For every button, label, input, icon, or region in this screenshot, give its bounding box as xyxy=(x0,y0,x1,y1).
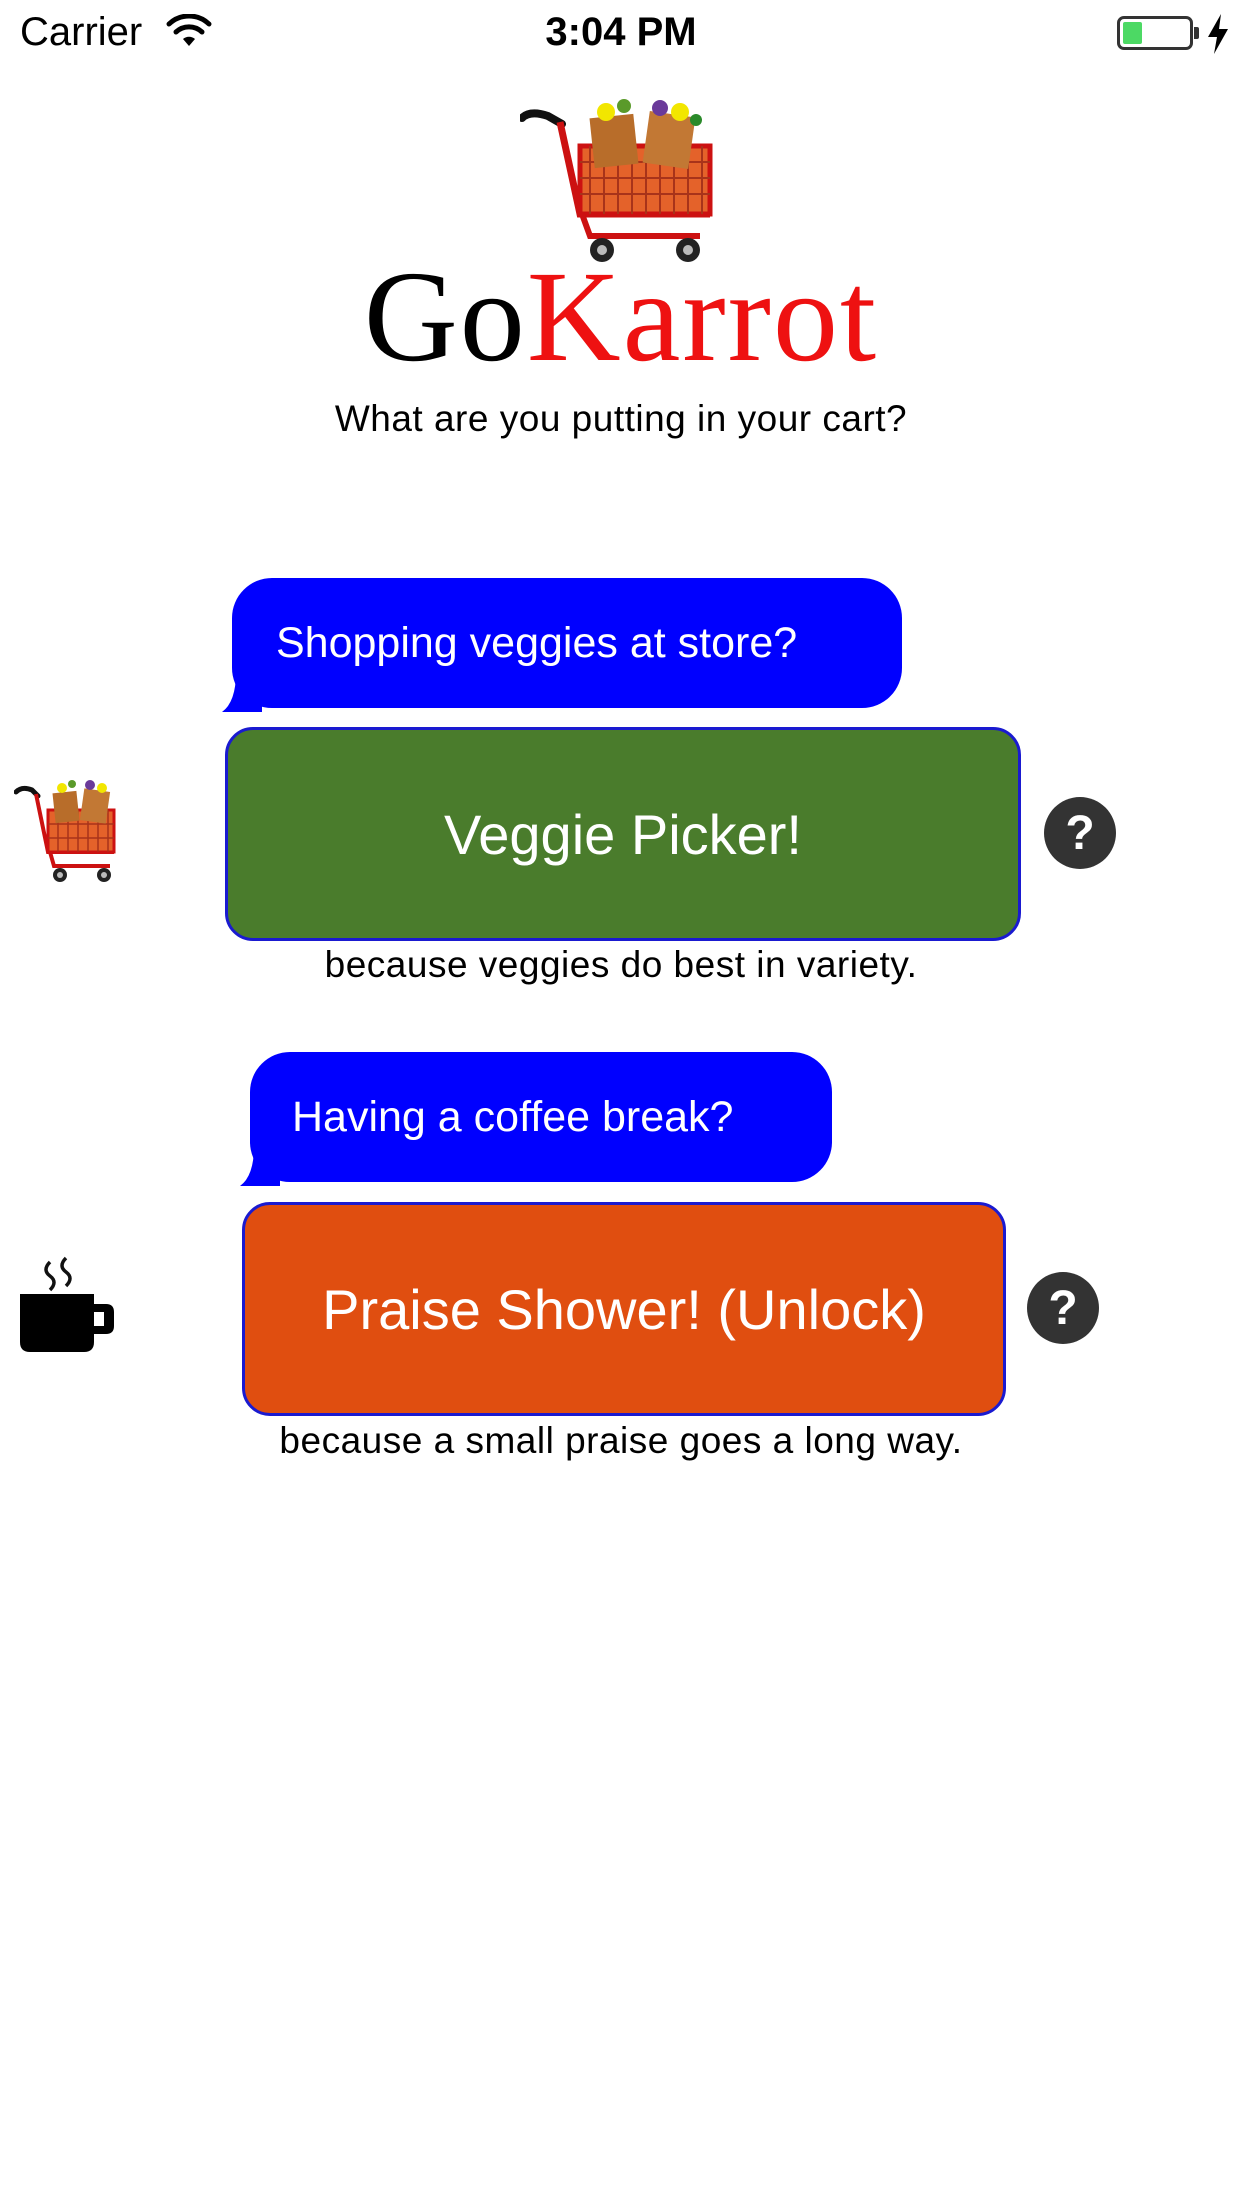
logo-karrot-text: Karrot xyxy=(526,245,879,389)
help-icon: ? xyxy=(1065,806,1095,860)
prompt-text: Having a coffee break? xyxy=(292,1092,734,1141)
status-bar: Carrier 3:04 PM xyxy=(0,0,1242,66)
prompt-text: Shopping veggies at store? xyxy=(276,618,798,667)
battery-tip xyxy=(1194,27,1199,39)
bubble-tail xyxy=(222,672,262,712)
praise-caption: because a small praise goes a long way. xyxy=(279,1420,963,1461)
veggie-caption: because veggies do best in variety. xyxy=(324,944,918,985)
veggie-picker-label: Veggie Picker! xyxy=(444,802,802,866)
veggie-help-button[interactable]: ? xyxy=(1044,797,1116,869)
praise-shower-button[interactable]: Praise Shower! (Unlock) xyxy=(242,1202,1006,1416)
battery-level-fill xyxy=(1123,22,1142,44)
bubble-tail xyxy=(240,1146,280,1186)
bolt-icon xyxy=(1208,14,1228,54)
logo-go-text: Go xyxy=(363,245,527,389)
prompt-bubble-veggies: Shopping veggies at store? xyxy=(222,578,902,712)
veggie-picker-button[interactable]: Veggie Picker! xyxy=(225,727,1021,941)
app-logo: GoKarrot xyxy=(0,252,1242,382)
shopping-cart-icon xyxy=(14,780,116,882)
praise-shower-label: Praise Shower! (Unlock) xyxy=(322,1277,926,1341)
shopping-cart-icon xyxy=(520,99,713,262)
help-icon: ? xyxy=(1048,1281,1078,1335)
battery-icon xyxy=(1117,16,1193,50)
coffee-mug-icon xyxy=(20,1256,114,1352)
prompt-bubble-coffee: Having a coffee break? xyxy=(240,1052,832,1186)
praise-help-button[interactable]: ? xyxy=(1027,1272,1099,1344)
status-time: 3:04 PM xyxy=(545,10,697,54)
page-subtitle: What are you putting in your cart? xyxy=(334,398,908,439)
